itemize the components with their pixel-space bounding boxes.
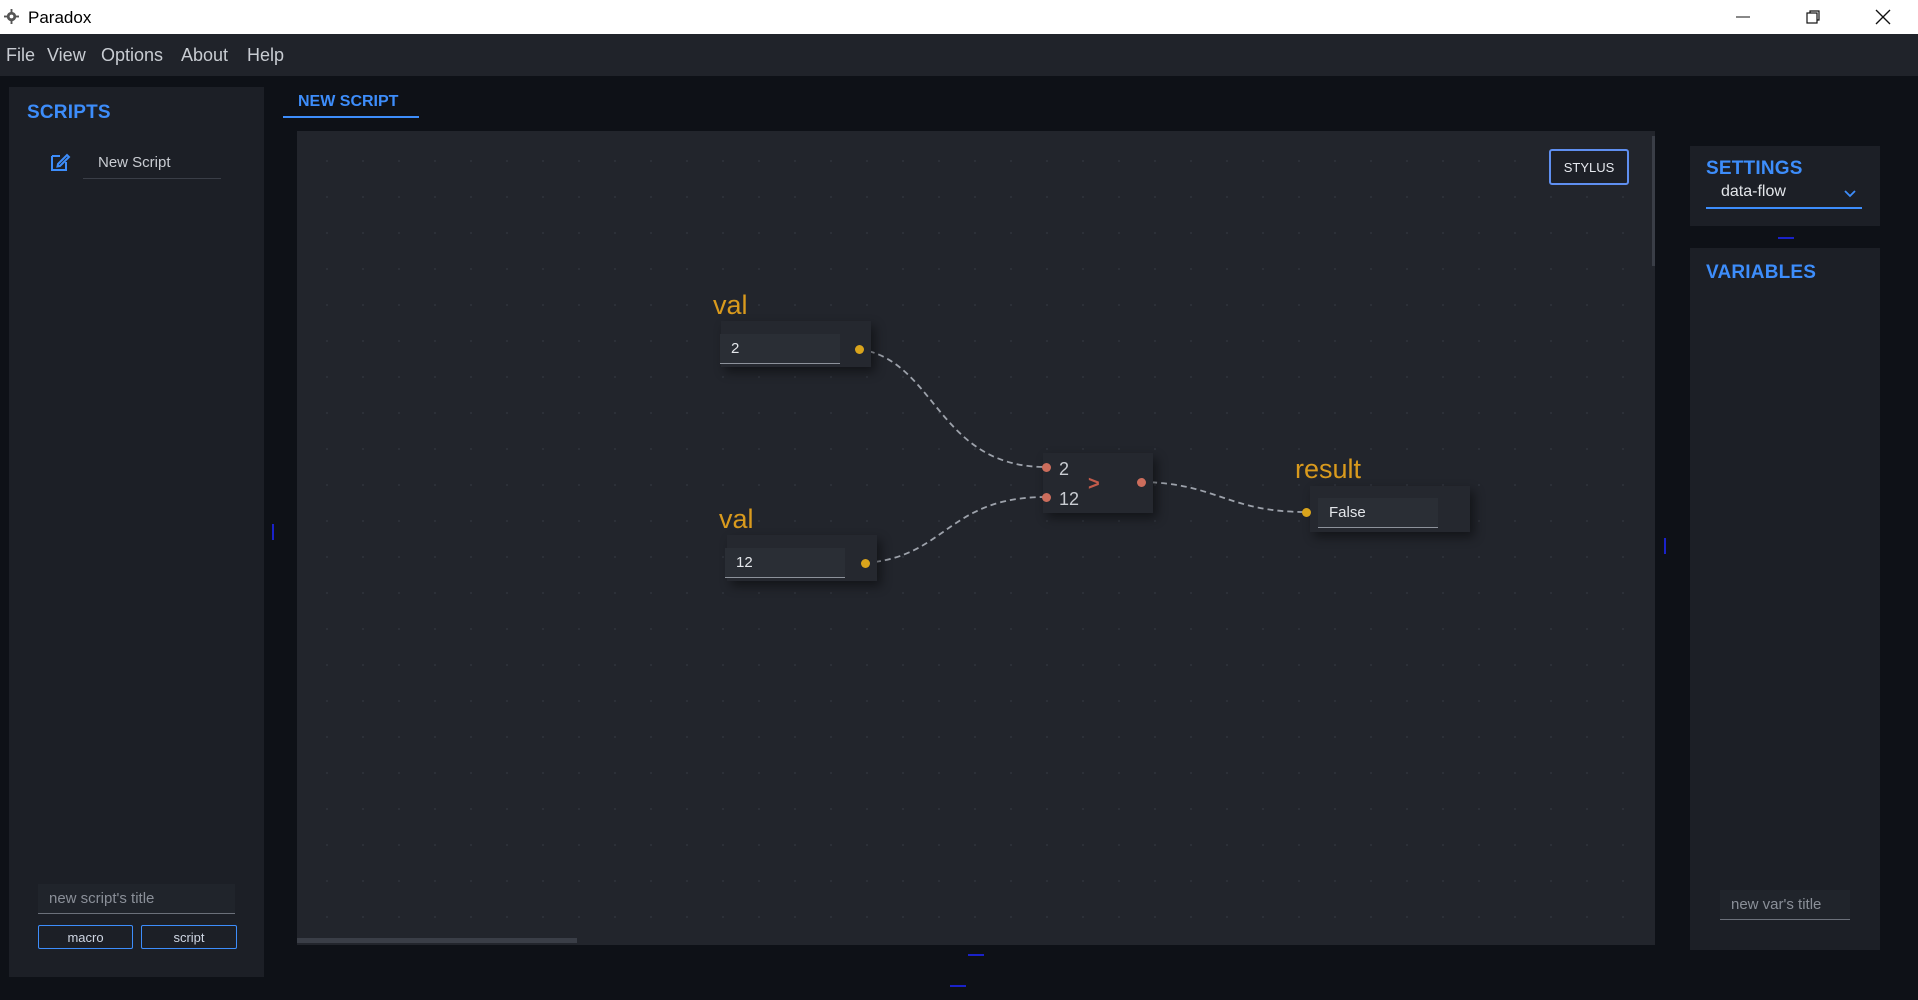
script-item-divider bbox=[83, 178, 221, 179]
edit-icon[interactable] bbox=[49, 151, 71, 173]
new-script-title-input[interactable] bbox=[38, 884, 235, 914]
tab-new-script[interactable]: NEW SCRIPT bbox=[298, 93, 398, 111]
right-splitter-handle[interactable] bbox=[1664, 538, 1666, 554]
menu-options[interactable]: Options bbox=[101, 45, 163, 66]
menu-help[interactable]: Help bbox=[247, 45, 284, 66]
val-node-a-title: val bbox=[713, 290, 748, 320]
compare-input-port-b[interactable] bbox=[1042, 493, 1051, 502]
scripts-panel bbox=[9, 87, 264, 977]
tab-underline bbox=[283, 116, 419, 118]
settings-heading: SETTINGS bbox=[1706, 158, 1803, 179]
connection-compare-to-result bbox=[1140, 481, 1307, 513]
menu-bar bbox=[0, 34, 1918, 76]
result-input-port[interactable] bbox=[1302, 508, 1311, 517]
script-button[interactable]: script bbox=[141, 925, 237, 949]
connection-layer bbox=[858, 348, 1307, 564]
val-node-b-input[interactable]: 12 bbox=[725, 548, 845, 578]
macro-button[interactable]: macro bbox=[38, 925, 133, 949]
compare-operator: > bbox=[1088, 473, 1100, 495]
variables-panel bbox=[1690, 248, 1880, 950]
vertical-scrollbar[interactable] bbox=[1652, 136, 1655, 266]
window-title: Paradox bbox=[28, 8, 92, 27]
settings-splitter-handle[interactable] bbox=[1778, 237, 1794, 239]
bottom-splitter-handle-2[interactable] bbox=[950, 985, 966, 987]
script-item-new-script[interactable]: New Script bbox=[98, 154, 171, 171]
result-value: False bbox=[1318, 498, 1438, 528]
compare-input-label-a: 2 bbox=[1059, 459, 1070, 479]
connection-val-b-to-compare bbox=[864, 496, 1047, 564]
minimize-icon bbox=[1736, 16, 1750, 18]
scripts-heading: SCRIPTS bbox=[27, 102, 111, 123]
compare-output-port[interactable] bbox=[1137, 478, 1146, 487]
title-bar: Paradox bbox=[0, 0, 1918, 34]
val-node-b-output-port[interactable] bbox=[861, 559, 870, 568]
mode-select-value: data-flow bbox=[1721, 183, 1786, 200]
chevron-down-icon bbox=[1844, 190, 1856, 198]
connection-val-a-to-compare bbox=[858, 348, 1047, 468]
restore-icon bbox=[1806, 10, 1820, 24]
compare-input-port-a[interactable] bbox=[1042, 463, 1051, 472]
val-node-b-title: val bbox=[719, 504, 754, 534]
variables-heading: VARIABLES bbox=[1706, 262, 1817, 283]
bottom-splitter-handle[interactable] bbox=[968, 954, 984, 956]
menu-view[interactable]: View bbox=[47, 45, 86, 66]
menu-file[interactable]: File bbox=[6, 45, 35, 66]
mode-select[interactable]: data-flow bbox=[1706, 179, 1862, 209]
restore-button[interactable] bbox=[1778, 0, 1848, 34]
compare-input-label-b: 12 bbox=[1059, 489, 1080, 509]
close-button[interactable] bbox=[1848, 0, 1918, 34]
close-icon bbox=[1875, 9, 1891, 25]
minimize-button[interactable] bbox=[1708, 0, 1778, 34]
val-node-a-input[interactable]: 2 bbox=[720, 334, 840, 364]
gear-icon bbox=[4, 9, 19, 24]
left-splitter-handle[interactable] bbox=[272, 524, 274, 540]
horizontal-scrollbar[interactable] bbox=[297, 938, 577, 943]
result-node-title: result bbox=[1295, 454, 1362, 484]
stylus-button[interactable]: STYLUS bbox=[1549, 149, 1629, 185]
val-node-a-output-port[interactable] bbox=[855, 345, 864, 354]
flow-canvas[interactable]: val 2 val 12 2 12 > result False bbox=[297, 131, 1655, 945]
menu-about[interactable]: About bbox=[181, 45, 228, 66]
new-var-title-input[interactable] bbox=[1720, 890, 1850, 920]
